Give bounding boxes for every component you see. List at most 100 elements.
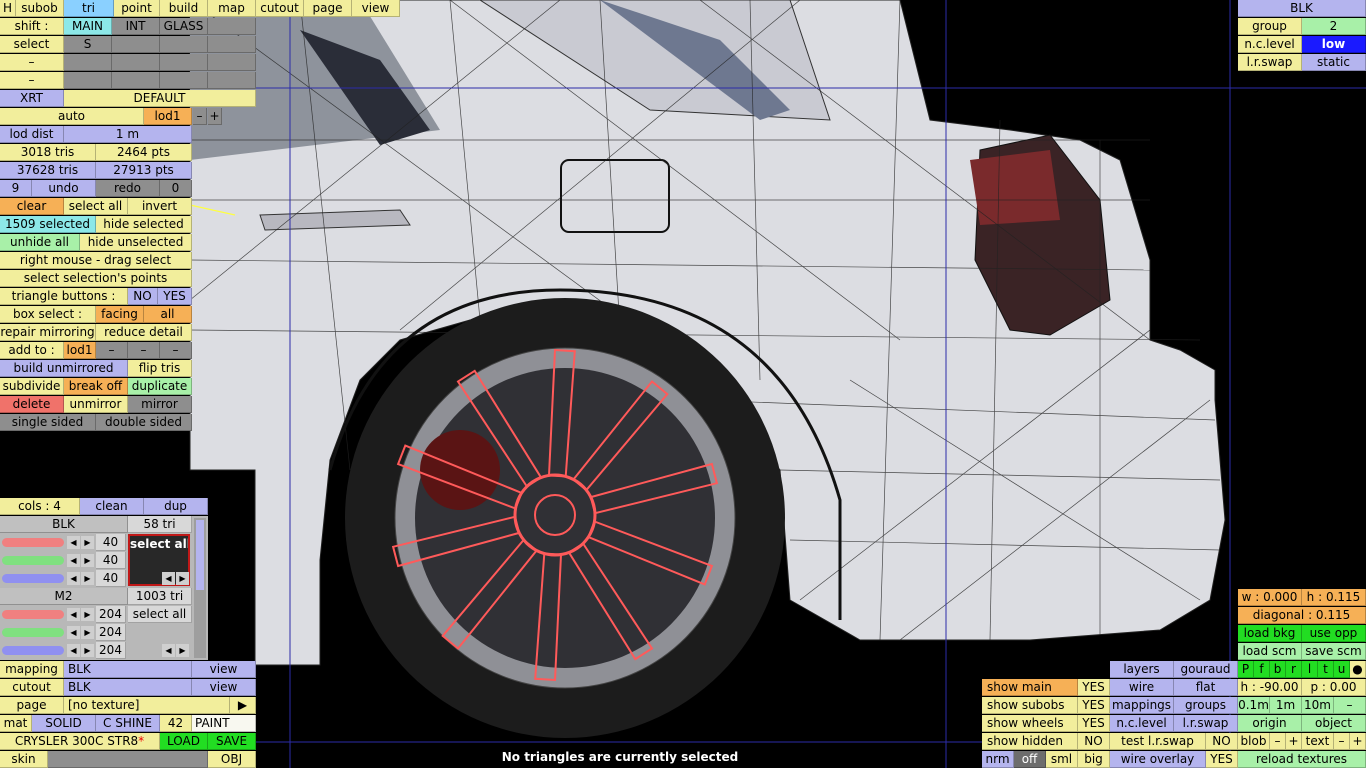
view-b-button[interactable]: b xyxy=(1270,661,1286,678)
shift-main-button[interactable]: MAIN xyxy=(64,18,112,35)
lr-swap-value[interactable]: static xyxy=(1302,54,1366,71)
decrease-arrow-icon[interactable]: ◀ xyxy=(67,536,80,549)
shift-glass-button[interactable]: GLASS xyxy=(160,18,208,35)
tab-build[interactable]: build xyxy=(160,0,208,17)
object-button[interactable]: object xyxy=(1302,715,1366,732)
l-r-swap-button[interactable]: l.r.swap xyxy=(1174,715,1238,732)
c-shine-button[interactable]: C SHINE xyxy=(96,715,160,732)
break-off-button[interactable]: break off xyxy=(64,378,128,395)
lod-minus-button[interactable]: – xyxy=(193,108,207,125)
slot[interactable] xyxy=(208,72,256,89)
slot[interactable] xyxy=(64,72,112,89)
wire-overlay-value[interactable]: YES xyxy=(1206,751,1238,768)
layers-button[interactable]: layers xyxy=(1110,661,1174,678)
auto-lod-button[interactable]: auto xyxy=(0,108,144,125)
select-slot[interactable] xyxy=(112,36,160,53)
tab-map[interactable]: map xyxy=(208,0,256,17)
nc-level-value[interactable]: low xyxy=(1302,36,1366,53)
box-select-facing[interactable]: facing xyxy=(96,306,144,323)
red-slider[interactable] xyxy=(2,610,64,619)
default-button[interactable]: DEFAULT xyxy=(64,90,256,107)
decrease-arrow-icon[interactable]: ◀ xyxy=(67,554,80,567)
material-name[interactable]: M2 xyxy=(0,588,128,605)
tab-view[interactable]: view xyxy=(352,0,400,17)
save-scm-button[interactable]: save scm xyxy=(1302,643,1366,660)
red-value[interactable]: 40 xyxy=(96,534,126,551)
lod-level-button[interactable]: lod1 xyxy=(144,108,192,125)
show-hidden-value[interactable]: NO xyxy=(1078,733,1110,750)
increase-arrow-icon[interactable]: ▶ xyxy=(81,626,94,639)
blue-slider[interactable] xyxy=(2,646,64,655)
obj-button[interactable]: OBJ xyxy=(208,751,256,768)
slot[interactable] xyxy=(112,54,160,71)
repair-mirroring-button[interactable]: repair mirroring xyxy=(0,324,96,341)
step-1m-button[interactable]: 1m xyxy=(1270,697,1302,714)
dup-button[interactable]: dup xyxy=(144,498,208,515)
view-dot-icon[interactable]: ● xyxy=(1350,661,1366,678)
select-slot[interactable] xyxy=(208,36,256,53)
shine-value[interactable]: 42 xyxy=(160,715,192,732)
view-u-button[interactable]: u xyxy=(1334,661,1350,678)
page-next-icon[interactable]: ▶ xyxy=(230,697,256,714)
off-button[interactable]: off xyxy=(1014,751,1046,768)
blob-plus-button[interactable]: + xyxy=(1286,733,1302,750)
wire-button[interactable]: wire xyxy=(1110,679,1174,696)
sml-button[interactable]: sml xyxy=(1046,751,1078,768)
select-selection-points-button[interactable]: select selection's points xyxy=(0,270,192,287)
add-to-slot[interactable]: – xyxy=(128,342,160,359)
test-lr-swap-button[interactable]: test l.r.swap xyxy=(1110,733,1206,750)
slot[interactable] xyxy=(112,72,160,89)
show-hidden-label[interactable]: show hidden xyxy=(982,733,1078,750)
skin-value[interactable] xyxy=(48,751,208,768)
blob-minus-button[interactable]: – xyxy=(1270,733,1286,750)
mirror-button[interactable]: mirror xyxy=(128,396,192,413)
increase-arrow-icon[interactable]: ▶ xyxy=(81,608,94,621)
triangle-buttons-yes[interactable]: YES xyxy=(158,288,192,305)
save-button[interactable]: SAVE xyxy=(208,733,256,750)
invert-button[interactable]: invert xyxy=(128,198,192,215)
blue-value[interactable]: 204 xyxy=(96,642,126,659)
tab-cutout[interactable]: cutout xyxy=(256,0,304,17)
view-f-button[interactable]: f xyxy=(1254,661,1270,678)
test-lr-swap-value[interactable]: NO xyxy=(1206,733,1238,750)
big-button[interactable]: big xyxy=(1078,751,1110,768)
hide-selected-button[interactable]: hide selected xyxy=(96,216,192,233)
nrm-button[interactable]: nrm xyxy=(982,751,1014,768)
help-button[interactable]: H xyxy=(0,0,16,17)
green-slider[interactable] xyxy=(2,628,64,637)
view-l-button[interactable]: l xyxy=(1302,661,1318,678)
red-value[interactable]: 204 xyxy=(96,606,126,623)
add-to-lod-button[interactable]: lod1 xyxy=(64,342,96,359)
build-unmirrored-button[interactable]: build unmirrored xyxy=(0,360,128,377)
select-all-material-button[interactable]: select all xyxy=(128,606,192,623)
material-name[interactable]: BLK xyxy=(0,516,128,533)
unmirror-button[interactable]: unmirror xyxy=(64,396,128,413)
slot[interactable] xyxy=(208,54,256,71)
select-all-material-button[interactable]: select all xyxy=(130,536,188,553)
lod-plus-button[interactable]: + xyxy=(208,108,222,125)
show-main-value[interactable]: YES xyxy=(1078,679,1110,696)
slot[interactable] xyxy=(160,54,208,71)
use-opp-button[interactable]: use opp xyxy=(1302,625,1366,642)
decrease-arrow-icon[interactable]: ◀ xyxy=(67,608,80,621)
paint-button[interactable]: PAINT xyxy=(192,715,256,732)
show-subobs-value[interactable]: YES xyxy=(1078,697,1110,714)
load-bkg-button[interactable]: load bkg xyxy=(1238,625,1302,642)
scrollbar-thumb[interactable] xyxy=(196,520,204,590)
mappings-button[interactable]: mappings xyxy=(1110,697,1174,714)
double-sided-button[interactable]: double sided xyxy=(96,414,192,431)
xrt-button[interactable]: XRT xyxy=(0,90,64,107)
tab-subob[interactable]: subob xyxy=(16,0,64,17)
add-to-slot[interactable]: – xyxy=(160,342,192,359)
groups-button[interactable]: groups xyxy=(1174,697,1238,714)
text-plus-button[interactable]: + xyxy=(1350,733,1366,750)
delete-button[interactable]: delete xyxy=(0,396,64,413)
single-sided-button[interactable]: single sided xyxy=(0,414,96,431)
show-main-label[interactable]: show main xyxy=(982,679,1078,696)
text-minus-button[interactable]: – xyxy=(1334,733,1350,750)
increase-arrow-icon[interactable]: ▶ xyxy=(176,572,189,585)
mapping-view-button[interactable]: view xyxy=(192,661,256,678)
shift-empty[interactable] xyxy=(208,18,256,35)
page-texture-value[interactable]: [no texture] xyxy=(64,697,230,714)
add-to-slot[interactable]: – xyxy=(96,342,128,359)
